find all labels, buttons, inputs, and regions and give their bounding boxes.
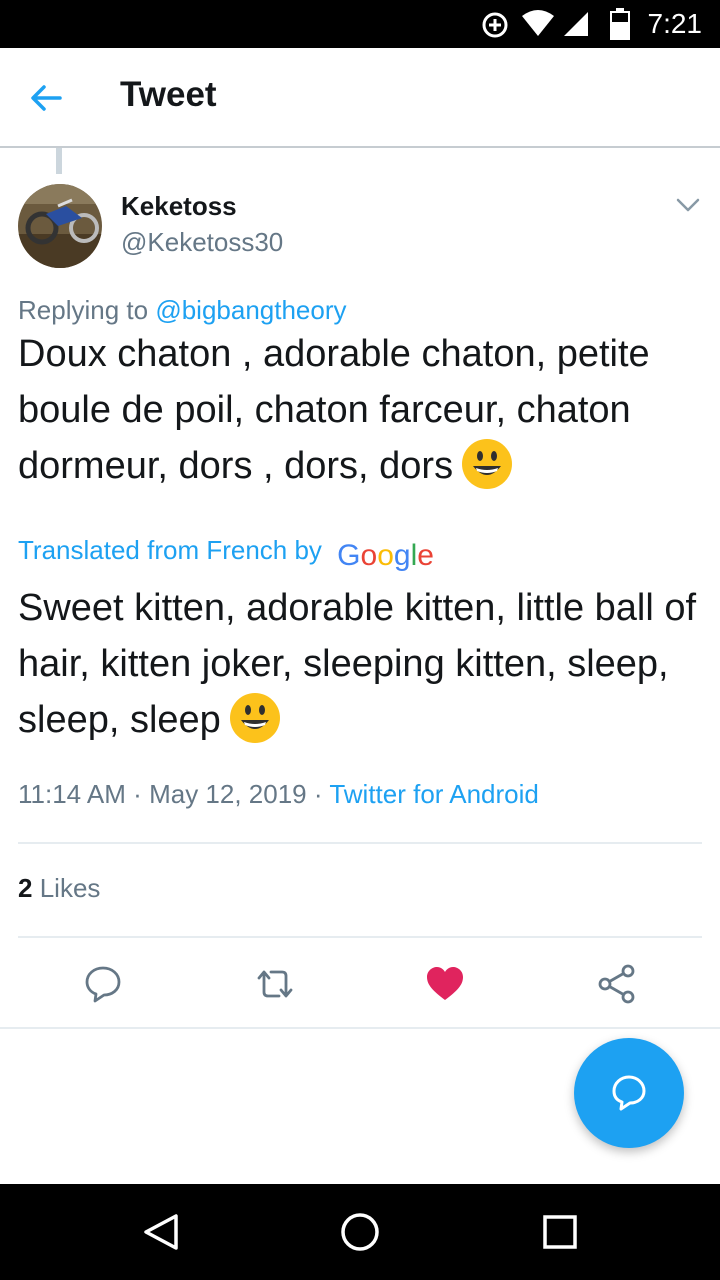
chevron-down-icon bbox=[676, 198, 700, 212]
avatar[interactable] bbox=[18, 184, 102, 268]
thread-line bbox=[56, 148, 62, 174]
likes-label: Likes bbox=[39, 873, 101, 903]
divider bbox=[18, 936, 702, 938]
separator: · bbox=[313, 779, 323, 809]
share-button[interactable] bbox=[595, 962, 639, 1006]
app-bar: Tweet bbox=[0, 48, 720, 148]
reply-icon bbox=[85, 966, 121, 1003]
status-bar: 7:21 bbox=[0, 0, 720, 48]
grinning-emoji-icon bbox=[229, 693, 280, 743]
nav-back-button[interactable] bbox=[138, 1210, 182, 1254]
grinning-emoji-icon bbox=[462, 439, 513, 489]
circle-home-icon bbox=[341, 1213, 379, 1251]
tweet-meta: 11:14 AM · May 12, 2019 · Twitter for An… bbox=[18, 776, 539, 812]
reply-button[interactable] bbox=[81, 962, 125, 1006]
nav-home-button[interactable] bbox=[338, 1210, 382, 1254]
translated-text-content: Sweet kitten, adorable kitten, little ba… bbox=[18, 587, 697, 741]
arrow-left-icon bbox=[31, 85, 62, 111]
author-name[interactable]: Keketoss bbox=[121, 189, 237, 223]
translated-label: Translated from French by bbox=[18, 535, 322, 565]
tweet-time: 11:14 AM bbox=[18, 779, 126, 809]
nav-recents-button[interactable] bbox=[538, 1210, 582, 1254]
compose-reply-icon bbox=[612, 1075, 646, 1111]
status-time: 7:21 bbox=[647, 8, 703, 39]
data-saver-icon bbox=[482, 12, 508, 38]
triangle-back-icon bbox=[144, 1214, 178, 1250]
tweet-text: Doux chaton , adorable chaton, petite bo… bbox=[18, 326, 708, 494]
page-title: Tweet bbox=[120, 75, 217, 114]
cell-signal-icon bbox=[564, 12, 588, 36]
reply-fab[interactable] bbox=[574, 1038, 684, 1148]
share-icon bbox=[598, 964, 635, 1004]
google-logo: Google bbox=[337, 539, 434, 572]
square-recents-icon bbox=[543, 1215, 577, 1249]
translated-text: Sweet kitten, adorable kitten, little ba… bbox=[18, 580, 708, 748]
heart-icon bbox=[427, 967, 463, 1000]
author-handle[interactable]: @Keketoss30 bbox=[121, 225, 283, 259]
replying-to: Replying to @bigbangtheory bbox=[18, 293, 347, 327]
tweet-source-link[interactable]: Twitter for Android bbox=[329, 779, 539, 809]
likes-count: 2 bbox=[18, 873, 33, 903]
divider bbox=[18, 842, 702, 844]
replying-prefix: Replying to bbox=[18, 295, 149, 325]
more-options-button[interactable] bbox=[672, 192, 704, 218]
likes-summary[interactable]: 2 Likes bbox=[18, 870, 100, 906]
tweet-text-content: Doux chaton , adorable chaton, petite bo… bbox=[18, 333, 650, 487]
tweet-date: May 12, 2019 bbox=[149, 779, 307, 809]
avatar-image bbox=[18, 184, 102, 268]
replying-to-mention[interactable]: @bigbangtheory bbox=[155, 295, 346, 325]
translated-from-link[interactable]: Translated from French by Google bbox=[18, 532, 434, 574]
retweet-icon bbox=[257, 970, 293, 998]
wifi-icon bbox=[522, 10, 554, 36]
back-button[interactable] bbox=[26, 78, 70, 118]
like-button[interactable] bbox=[423, 962, 467, 1006]
separator: · bbox=[133, 779, 142, 809]
retweet-button[interactable] bbox=[253, 962, 297, 1006]
divider bbox=[0, 1027, 720, 1029]
system-nav-bar bbox=[0, 1184, 720, 1280]
battery-icon bbox=[610, 8, 630, 40]
